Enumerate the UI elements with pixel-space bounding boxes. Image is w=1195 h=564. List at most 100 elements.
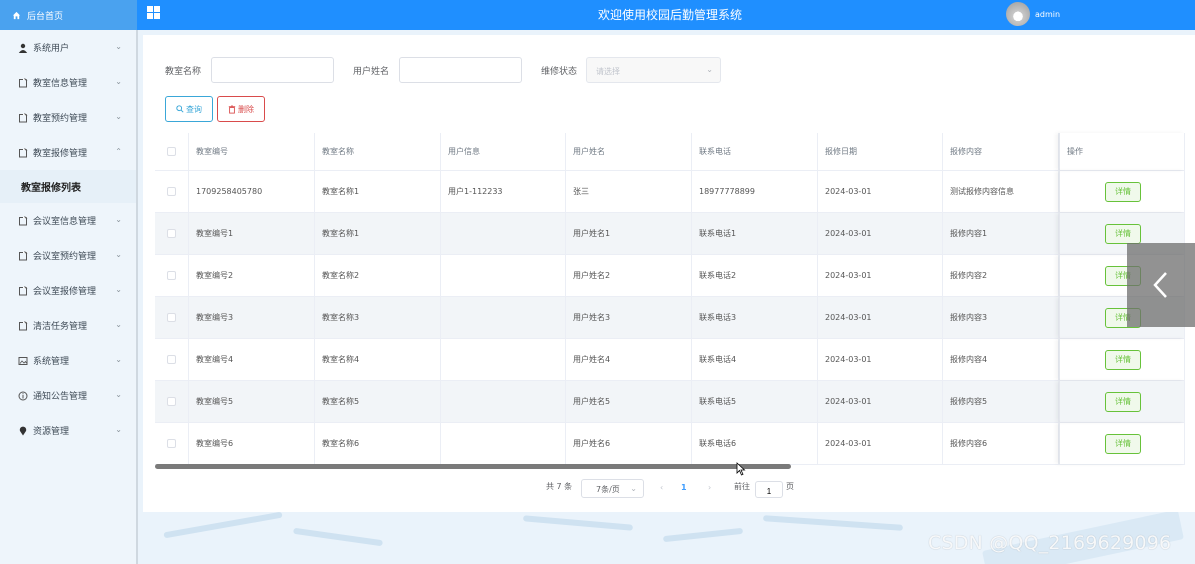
column-header: 用户信息	[441, 133, 566, 170]
chevron-icon: ⌄	[115, 285, 122, 294]
current-page-number[interactable]: 1	[681, 483, 687, 492]
horizontal-scrollbar[interactable]	[155, 464, 791, 469]
table-cell: 联系电话6	[692, 423, 818, 464]
table-cell: 用户姓名3	[566, 297, 692, 338]
row-checkbox-cell	[155, 171, 189, 212]
row-checkbox-cell	[155, 423, 189, 464]
action-cell: 详情	[1059, 423, 1185, 464]
table-cell: 联系电话5	[692, 381, 818, 422]
table-cell	[441, 339, 566, 380]
chevron-down-icon: ⌄	[706, 65, 713, 74]
delete-button[interactable]: 删除	[217, 96, 265, 122]
chevron-icon: ⌃	[115, 147, 122, 156]
table-cell: 联系电话1	[692, 213, 818, 254]
pagination-total: 共 7 条	[546, 482, 573, 491]
table-cell: 教室编号4	[189, 339, 315, 380]
chevron-icon: ⌄	[115, 320, 122, 329]
chevron-icon: ⌄	[115, 355, 122, 364]
sidebar-item[interactable]: 系统管理 ⌄	[0, 343, 136, 378]
table-row: 教室编号6 教室名称6 用户姓名6 联系电话6 2024-03-01 报修内容6 详情	[155, 423, 1185, 465]
table-row: 教室编号3 教室名称3 用户姓名3 联系电话3 2024-03-01 报修内容3 详情	[155, 297, 1185, 339]
table-cell: 教室名称1	[315, 171, 441, 212]
classroom-name-input[interactable]	[211, 57, 334, 83]
row-checkbox[interactable]	[167, 229, 176, 238]
chevron-icon: ⌄	[115, 390, 122, 399]
action-cell: 详情	[1059, 339, 1185, 380]
column-header: 报修内容	[943, 133, 1059, 170]
chevron-icon: ⌄	[115, 77, 122, 86]
row-checkbox[interactable]	[167, 187, 176, 196]
mouse-cursor-icon	[736, 462, 746, 476]
chevron-icon: ⌄	[115, 215, 122, 224]
sidebar-item[interactable]: 会议室信息管理 ⌄	[0, 203, 136, 238]
sidebar-item[interactable]: 会议室报修管理 ⌄	[0, 273, 136, 308]
detail-button[interactable]: 详情	[1105, 433, 1141, 454]
detail-button[interactable]: 详情	[1105, 181, 1141, 202]
user-name-label: 用户姓名	[353, 67, 390, 77]
sidebar-item[interactable]: 教室预约管理 ⌄	[0, 100, 136, 135]
row-checkbox[interactable]	[167, 271, 176, 280]
document-icon	[18, 215, 28, 226]
sidebar-item[interactable]: 清洁任务管理 ⌄	[0, 308, 136, 343]
table-cell: 张三	[566, 171, 692, 212]
document-icon	[18, 147, 28, 158]
chevron-left-icon	[1153, 272, 1167, 298]
row-checkbox[interactable]	[167, 397, 176, 406]
sidebar-item[interactable]: 教室报修管理 ⌃	[0, 135, 136, 170]
detail-button[interactable]: 详情	[1105, 391, 1141, 412]
detail-button[interactable]: 详情	[1105, 223, 1141, 244]
page-size-select[interactable]: 7条/页 ⌄	[581, 479, 644, 498]
sidebar-item[interactable]: 会议室预约管理 ⌄	[0, 238, 136, 273]
detail-button[interactable]: 详情	[1105, 349, 1141, 370]
table-cell: 18977778899	[692, 171, 818, 212]
next-page-button[interactable]: ›	[708, 483, 711, 492]
sidebar: 系统用户 ⌄ 教室信息管理 ⌄ 教室预约管理 ⌄ 教室报修管理 ⌃ 教室报修列表 会议室信息管理 ⌄…	[0, 30, 138, 564]
table-cell: 报修内容3	[943, 297, 1059, 338]
row-checkbox[interactable]	[167, 355, 176, 364]
user-name[interactable]: admin	[1035, 10, 1060, 19]
user-name-input[interactable]	[399, 57, 522, 83]
row-checkbox[interactable]	[167, 439, 176, 448]
picture-icon	[18, 356, 28, 366]
prev-page-button[interactable]: ‹	[660, 483, 663, 492]
delete-button-label: 删除	[238, 104, 254, 114]
table-cell	[441, 213, 566, 254]
side-collapse-tab[interactable]	[1127, 243, 1195, 327]
sidebar-item[interactable]: 通知公告管理 ⌄	[0, 378, 136, 413]
table-cell: 2024-03-01	[818, 255, 943, 296]
table-cell: 联系电话2	[692, 255, 818, 296]
table-cell: 2024-03-01	[818, 339, 943, 380]
goto-page-input[interactable]	[755, 481, 783, 498]
table-cell: 用户姓名2	[566, 255, 692, 296]
table-cell: 教室名称6	[315, 423, 441, 464]
table-cell: 教室名称1	[315, 213, 441, 254]
table-cell: 2024-03-01	[818, 423, 943, 464]
sidebar-item-label: 教室信息管理	[33, 79, 88, 89]
table-cell: 教室名称2	[315, 255, 441, 296]
table-cell: 教室编号1	[189, 213, 315, 254]
table-cell: 教室编号6	[189, 423, 315, 464]
column-header: 用户姓名	[566, 133, 692, 170]
watermark: CSDN @QQ_2169629096	[928, 532, 1172, 554]
query-button[interactable]: 查询	[165, 96, 213, 122]
row-checkbox-cell	[155, 255, 189, 296]
table-cell	[441, 297, 566, 338]
sidebar-item[interactable]: 教室信息管理 ⌄	[0, 65, 136, 100]
table-cell: 教室编号2	[189, 255, 315, 296]
sidebar-item[interactable]: 系统用户 ⌄	[0, 30, 136, 65]
sidebar-subitem-repair-list[interactable]: 教室报修列表	[0, 170, 136, 203]
sidebar-item-label: 资源管理	[33, 427, 70, 437]
table-cell: 教室名称5	[315, 381, 441, 422]
top-header: 后台首页 欢迎使用校园后勤管理系统 admin	[0, 0, 1195, 30]
row-checkbox-cell	[155, 339, 189, 380]
header-checkbox-cell	[155, 133, 189, 170]
row-checkbox[interactable]	[167, 313, 176, 322]
table-row: 教室编号1 教室名称1 用户姓名1 联系电话1 2024-03-01 报修内容1 详情	[155, 213, 1185, 255]
table-cell: 测试报修内容信息	[943, 171, 1059, 212]
sidebar-item[interactable]: 资源管理 ⌄	[0, 413, 136, 448]
table-cell: 用户姓名1	[566, 213, 692, 254]
sidebar-item-label: 教室预约管理	[33, 114, 88, 124]
repair-status-select[interactable]: 请选择 ⌄	[586, 57, 721, 83]
select-all-checkbox[interactable]	[167, 147, 176, 156]
avatar[interactable]	[1006, 2, 1030, 26]
